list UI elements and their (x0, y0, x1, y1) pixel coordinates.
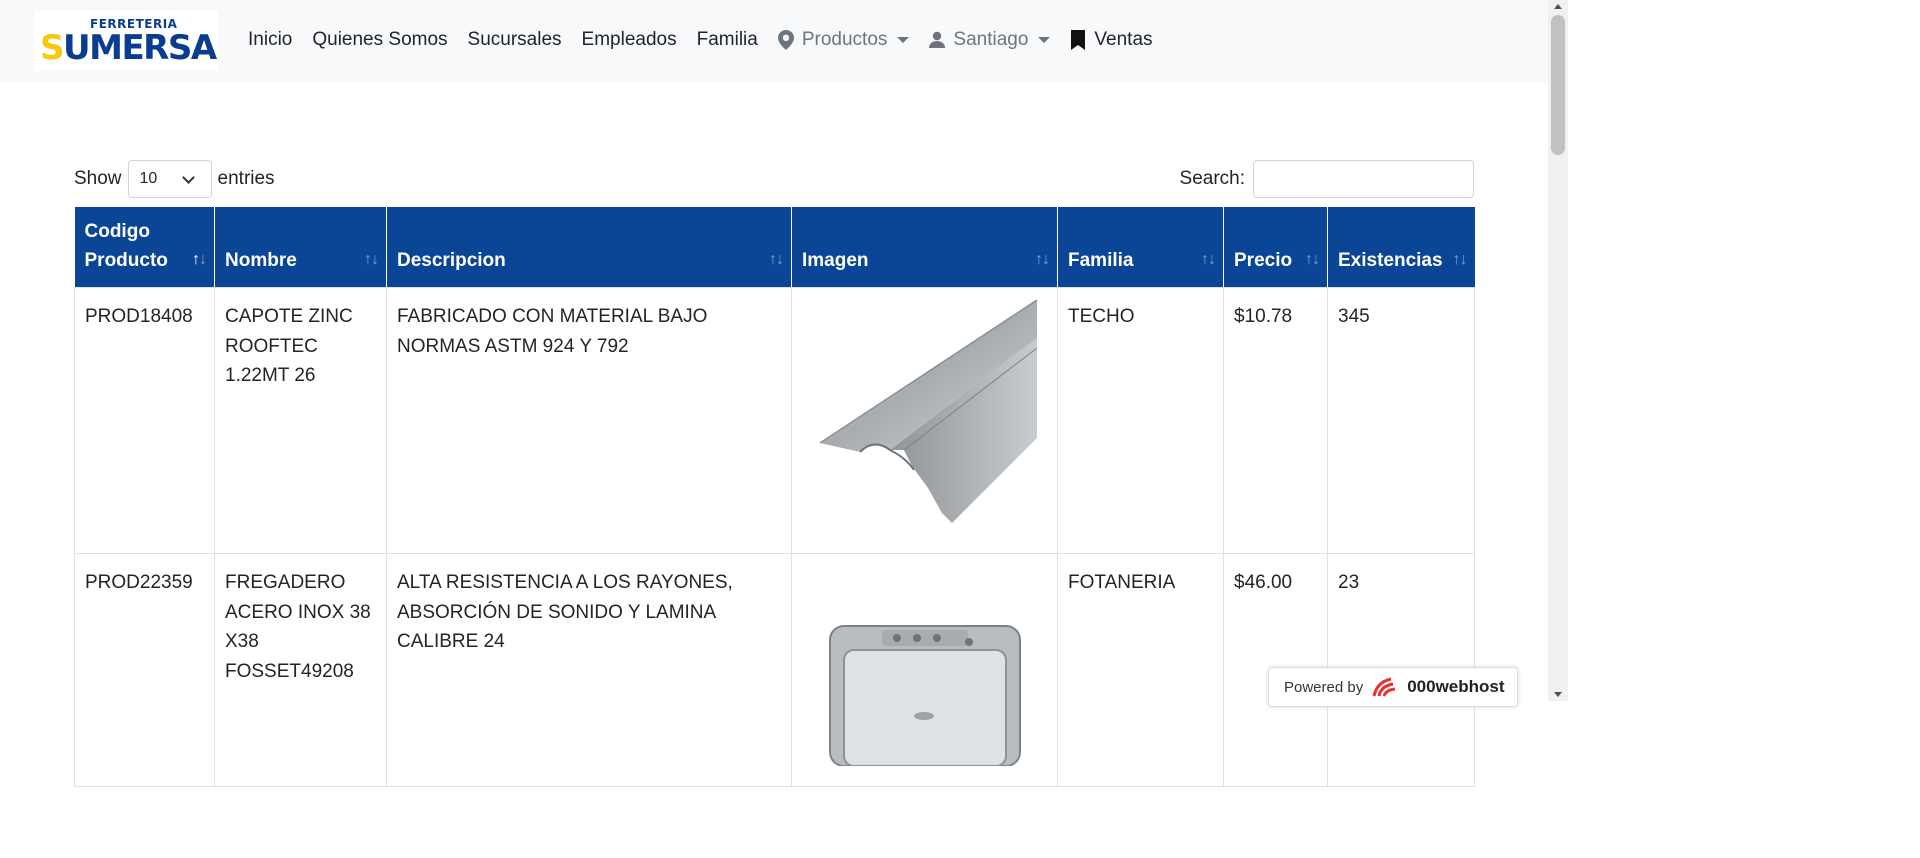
nav-menu: Inicio Quienes Somos Sucursales Empleado… (248, 29, 1173, 51)
product-image-capote (819, 299, 1038, 523)
column-header-nombre[interactable]: Nombre ↑↓ (214, 207, 387, 288)
table-header-row: Codigo Producto ↑↓ Nombre ↑↓ Descripcion ↑↓… (74, 207, 1475, 288)
entries-label: entries (217, 168, 275, 189)
nav-familia[interactable]: Familia (697, 29, 758, 51)
scrollbar-thumb[interactable] (1551, 15, 1565, 155)
cell-descripcion: ALTA RESISTENCIA A LOS RAYONES, ABSORCIÓ… (386, 553, 792, 787)
powered-by-badge[interactable]: Powered by 000webhost (1268, 667, 1518, 707)
nav-productos-dropdown[interactable]: Productos (777, 29, 910, 51)
cell-familia: FOTANERIA (1057, 553, 1224, 787)
vertical-scrollbar[interactable] (1548, 0, 1568, 701)
logo-main-text: SUMERSA (40, 28, 217, 68)
show-label: Show (74, 168, 122, 189)
bookmark-icon (1071, 30, 1086, 50)
sort-icon: ↑↓ (364, 251, 379, 268)
product-image-fregadero (829, 625, 1021, 767)
table-controls: Show 10 entries Search: (74, 160, 1474, 198)
cell-existencias: 345 (1327, 287, 1475, 554)
search-control: Search: (1180, 160, 1474, 198)
cell-nombre: FREGADERO ACERO INOX 38 X38 FOSSET49208 (214, 553, 387, 787)
column-header-descripcion[interactable]: Descripcion ↑↓ (386, 207, 792, 288)
chevron-down-icon (181, 171, 195, 184)
powered-by-label: Powered by (1284, 678, 1364, 696)
table-row: PROD18408 CAPOTE ZINC ROOFTEC 1.22MT 26 … (74, 287, 1475, 554)
nav-user-label: Santiago (953, 29, 1029, 50)
sort-icon: ↑↓ (1452, 251, 1468, 268)
cell-familia: TECHO (1057, 287, 1224, 554)
nav-sucursales[interactable]: Sucursales (468, 29, 562, 51)
cell-codigo: PROD18408 (74, 287, 215, 554)
scroll-up-icon[interactable] (1554, 4, 1562, 9)
nav-productos-label: Productos (801, 29, 888, 50)
sort-icon: ↑↓ (769, 251, 784, 268)
navbar: FERRETERIA SUMERSA Inicio Quienes Somos … (0, 0, 1548, 82)
search-label: Search: (1179, 168, 1245, 189)
user-icon (929, 31, 946, 48)
scroll-down-icon[interactable] (1554, 692, 1562, 697)
cell-imagen (791, 553, 1058, 787)
column-header-codigo[interactable]: Codigo Producto ↑↓ (74, 207, 215, 288)
logo-s-letter: S (40, 28, 65, 68)
map-marker-icon (777, 30, 794, 50)
cell-descripcion: FABRICADO CON MATERIAL BAJO NORMAS ASTM … (386, 287, 792, 554)
page-size-select[interactable]: 10 (127, 160, 212, 198)
page-size-control: Show 10 entries (74, 160, 275, 198)
chevron-down-icon (1038, 37, 1051, 43)
nav-ventas-label: Ventas (1094, 29, 1153, 50)
sort-icon: ↑↓ (1201, 251, 1216, 268)
products-table: Codigo Producto ↑↓ Nombre ↑↓ Descripcion ↑↓… (74, 207, 1475, 787)
page-size-value: 10 (139, 170, 158, 187)
sort-icon: ↑↓ (1305, 251, 1320, 268)
search-input[interactable] (1253, 160, 1474, 198)
cell-imagen (791, 287, 1058, 554)
nav-user-dropdown[interactable]: Santiago (929, 29, 1051, 51)
powered-by-brand: 000webhost (1407, 677, 1505, 696)
brand-logo[interactable]: FERRETERIA SUMERSA (34, 11, 218, 71)
table-row: PROD22359 FREGADERO ACERO INOX 38 X38 FO… (74, 553, 1475, 787)
logo-rest: UMERSA (63, 28, 217, 68)
column-header-existencias[interactable]: Existencias ↑↓ (1327, 207, 1475, 288)
nav-quienes-somos[interactable]: Quienes Somos (312, 29, 447, 51)
cell-codigo: PROD22359 (74, 553, 215, 787)
nav-ventas[interactable]: Ventas (1070, 29, 1153, 51)
nav-inicio[interactable]: Inicio (248, 29, 292, 51)
column-header-familia[interactable]: Familia ↑↓ (1057, 207, 1224, 288)
cell-precio: $10.78 (1223, 287, 1328, 554)
cell-nombre: CAPOTE ZINC ROOFTEC 1.22MT 26 (214, 287, 387, 554)
sort-asc-icon: ↑↓ (192, 251, 207, 268)
chevron-down-icon (897, 37, 910, 43)
webhost-logo-icon (1372, 677, 1396, 697)
nav-empleados[interactable]: Empleados (582, 29, 677, 51)
column-header-imagen[interactable]: Imagen ↑↓ (791, 207, 1058, 288)
sort-icon: ↑↓ (1035, 251, 1050, 268)
column-header-precio[interactable]: Precio ↑↓ (1223, 207, 1328, 288)
